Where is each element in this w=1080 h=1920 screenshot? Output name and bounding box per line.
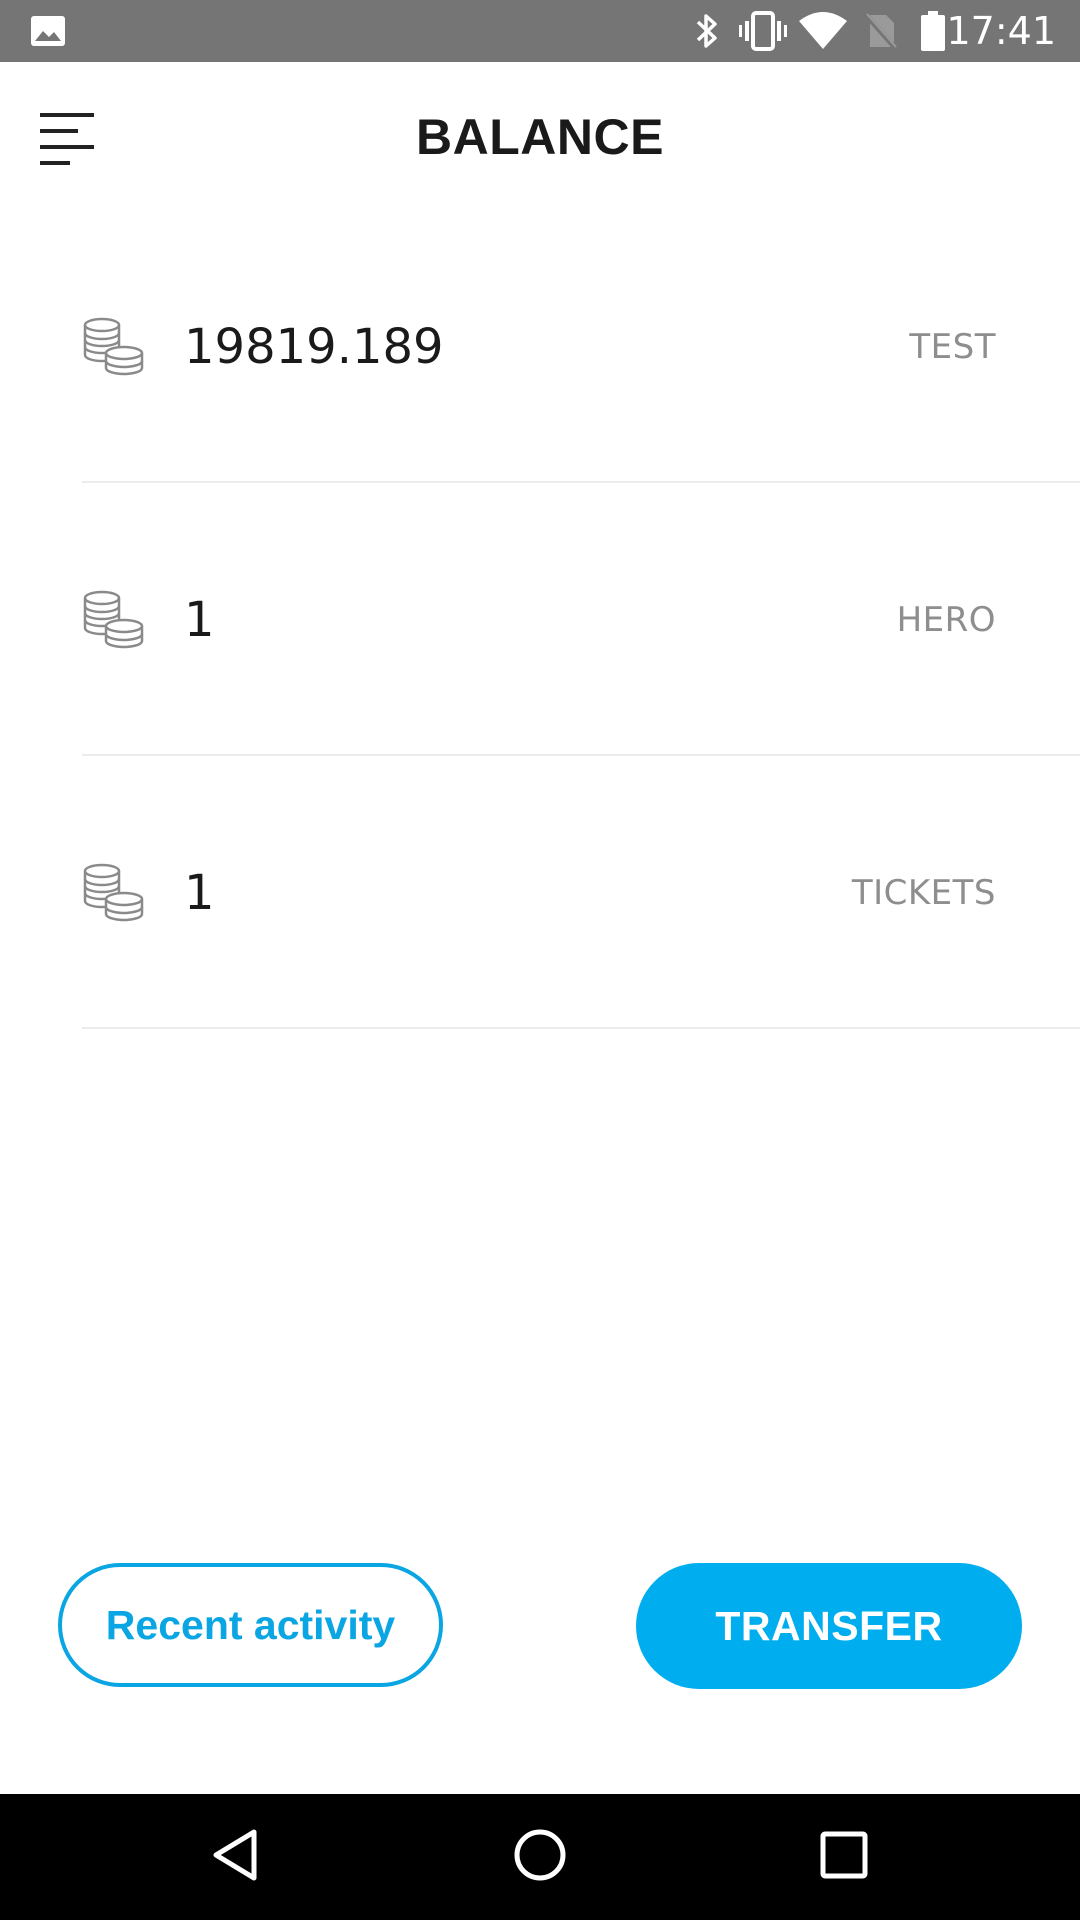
balance-currency: TICKETS — [851, 872, 996, 913]
balance-amount: 1 — [184, 591, 215, 648]
coins-icon — [82, 863, 144, 923]
divider — [82, 1027, 1080, 1029]
recents-button[interactable] — [781, 1794, 907, 1920]
back-icon — [211, 1828, 261, 1887]
menu-icon — [40, 112, 96, 172]
balance-row-tickets[interactable]: 1 TICKETS — [0, 756, 1080, 1029]
status-bar: 17:41 — [0, 0, 1080, 62]
status-time: 17:41 — [946, 9, 1056, 53]
no-sim-icon — [864, 0, 898, 62]
recents-icon — [819, 1830, 869, 1885]
image-notification-icon — [30, 0, 66, 62]
home-icon — [513, 1828, 567, 1887]
coins-icon — [82, 590, 144, 650]
balance-currency: TEST — [909, 326, 996, 367]
balance-amount: 1 — [184, 864, 215, 921]
balance-currency: HERO — [896, 599, 996, 640]
balance-row-hero[interactable]: 1 HERO — [0, 483, 1080, 756]
wifi-icon — [798, 0, 848, 62]
navigation-bar — [0, 1794, 1080, 1920]
menu-button[interactable] — [40, 102, 120, 182]
app-bar: BALANCE — [0, 62, 1080, 212]
transfer-button[interactable]: TRANSFER — [636, 1563, 1022, 1689]
balance-list: 19819.189 TEST 1 HERO 1 TICKETS — [0, 210, 1080, 1029]
bluetooth-icon — [694, 0, 720, 62]
battery-icon — [920, 0, 946, 62]
coins-icon — [82, 317, 144, 377]
back-button[interactable] — [173, 1794, 299, 1920]
recent-activity-button[interactable]: Recent activity — [58, 1563, 443, 1687]
balance-row-test[interactable]: 19819.189 TEST — [0, 210, 1080, 483]
home-button[interactable] — [477, 1794, 603, 1920]
page-title: BALANCE — [416, 109, 664, 165]
vibrate-icon — [738, 0, 788, 62]
balance-amount: 19819.189 — [184, 318, 444, 375]
